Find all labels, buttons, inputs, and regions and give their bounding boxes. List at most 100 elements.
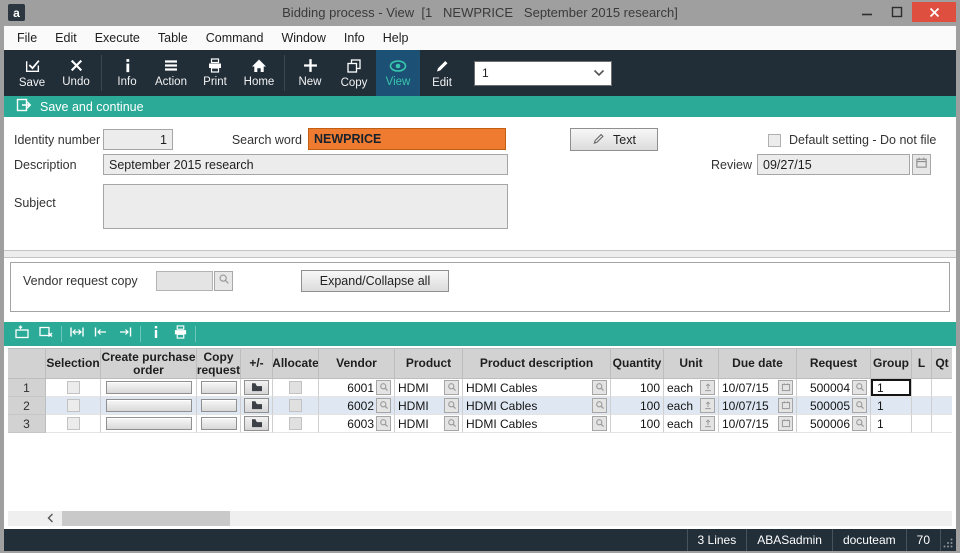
description-lookup-button[interactable] <box>592 380 607 395</box>
due-date-calendar-button[interactable] <box>778 416 793 431</box>
expand-folder-button[interactable] <box>244 398 269 413</box>
create-purchase-order-button[interactable] <box>106 417 192 430</box>
info-button[interactable]: Info <box>105 50 149 96</box>
request-cell[interactable]: 500006 <box>797 415 871 433</box>
row-number[interactable]: 3 <box>8 415 46 433</box>
unit-cell[interactable]: each <box>664 379 719 397</box>
vendor-request-copy-field[interactable] <box>156 271 213 291</box>
save-button[interactable]: Save <box>10 50 54 96</box>
quantity-cell[interactable]: 100 <box>611 379 664 397</box>
header-selection[interactable]: Selection <box>46 349 101 378</box>
allocate-box[interactable] <box>289 381 302 394</box>
product-description-cell[interactable]: HDMI Cables <box>463 415 611 433</box>
request-lookup-button[interactable] <box>852 398 867 413</box>
header-qt[interactable]: Qt <box>932 349 952 378</box>
due-date-calendar-button[interactable] <box>778 380 793 395</box>
due-date-calendar-button[interactable] <box>778 398 793 413</box>
header-due-date[interactable]: Due date <box>719 349 797 378</box>
request-cell[interactable]: 500005 <box>797 397 871 415</box>
due-date-cell[interactable]: 10/07/15 <box>719 379 797 397</box>
header-request[interactable]: Request <box>797 349 871 378</box>
delete-row-button[interactable] <box>34 322 58 346</box>
undo-button[interactable]: Undo <box>54 50 98 96</box>
menu-table[interactable]: Table <box>149 26 197 50</box>
fit-right-button[interactable] <box>113 322 137 346</box>
description-field[interactable]: September 2015 research <box>103 154 508 175</box>
insert-row-button[interactable] <box>10 322 34 346</box>
subject-field[interactable] <box>103 184 508 229</box>
header-vendor[interactable]: Vendor <box>319 349 395 378</box>
review-calendar-button[interactable] <box>912 154 931 175</box>
vendor-lookup-button[interactable] <box>376 416 391 431</box>
qt-cell[interactable] <box>932 379 952 397</box>
group-cell[interactable]: 1 <box>871 397 912 415</box>
create-purchase-order-button[interactable] <box>106 399 192 412</box>
product-lookup-button[interactable] <box>444 416 459 431</box>
menu-info[interactable]: Info <box>335 26 374 50</box>
expand-folder-button[interactable] <box>244 380 269 395</box>
unit-cell[interactable]: each <box>664 397 719 415</box>
group-cell-focused[interactable]: 1 <box>871 379 912 397</box>
expand-folder-button[interactable] <box>244 416 269 431</box>
description-lookup-button[interactable] <box>592 416 607 431</box>
header-copy-request[interactable]: Copy request <box>197 349 241 378</box>
l-cell[interactable] <box>912 379 932 397</box>
default-setting-checkbox[interactable] <box>768 134 781 147</box>
menu-window[interactable]: Window <box>272 26 334 50</box>
vendor-cell[interactable]: 6003 <box>319 415 395 433</box>
quantity-cell[interactable]: 100 <box>611 415 664 433</box>
group-cell[interactable]: 1 <box>871 415 912 433</box>
fit-left-button[interactable] <box>89 322 113 346</box>
allocate-box[interactable] <box>289 417 302 430</box>
unit-select-button[interactable] <box>700 398 715 413</box>
header-plus-minus[interactable]: +/- <box>241 349 273 378</box>
close-button[interactable] <box>912 2 956 22</box>
due-date-cell[interactable]: 10/07/15 <box>719 397 797 415</box>
vendor-lookup-button[interactable] <box>376 398 391 413</box>
print-button[interactable]: Print <box>193 50 237 96</box>
record-selector-dropdown[interactable]: 1 <box>474 61 612 86</box>
menu-command[interactable]: Command <box>197 26 273 50</box>
menu-file[interactable]: File <box>8 26 46 50</box>
request-cell[interactable]: 500004 <box>797 379 871 397</box>
row-number[interactable]: 1 <box>8 379 46 397</box>
description-lookup-button[interactable] <box>592 398 607 413</box>
maximize-button[interactable] <box>882 2 912 22</box>
header-product-description[interactable]: Product description <box>463 349 611 378</box>
text-button[interactable]: Text <box>570 128 658 151</box>
l-cell[interactable] <box>912 397 932 415</box>
header-create-purchase-order[interactable]: Create purchase order <box>101 349 197 378</box>
header-unit[interactable]: Unit <box>664 349 719 378</box>
review-date-field[interactable]: 09/27/15 <box>757 154 910 175</box>
product-description-cell[interactable]: HDMI Cables <box>463 379 611 397</box>
product-lookup-button[interactable] <box>444 380 459 395</box>
grid-info-button[interactable] <box>144 322 168 346</box>
action-button[interactable]: Action <box>149 50 193 96</box>
vendor-search-button[interactable] <box>214 271 233 291</box>
header-allocate[interactable]: Allocate <box>273 349 319 378</box>
selection-checkbox[interactable] <box>67 381 80 394</box>
vendor-cell[interactable]: 6001 <box>319 379 395 397</box>
copy-request-button[interactable] <box>201 381 237 394</box>
qt-cell[interactable] <box>932 397 952 415</box>
qt-cell[interactable] <box>932 415 952 433</box>
view-button[interactable]: View <box>376 50 420 96</box>
l-cell[interactable] <box>912 415 932 433</box>
quantity-cell[interactable]: 100 <box>611 397 664 415</box>
new-button[interactable]: New <box>288 50 332 96</box>
unit-select-button[interactable] <box>700 416 715 431</box>
copy-request-button[interactable] <box>201 417 237 430</box>
header-quantity[interactable]: Quantity <box>611 349 664 378</box>
header-product[interactable]: Product <box>395 349 463 378</box>
unit-cell[interactable]: each <box>664 415 719 433</box>
copy-button[interactable]: Copy <box>332 50 376 96</box>
vendor-lookup-button[interactable] <box>376 380 391 395</box>
scroll-left-button[interactable] <box>40 511 60 526</box>
menu-edit[interactable]: Edit <box>46 26 86 50</box>
fit-width-button[interactable] <box>65 322 89 346</box>
allocate-box[interactable] <box>289 399 302 412</box>
product-cell[interactable]: HDMI <box>395 415 463 433</box>
scrollbar-thumb[interactable] <box>62 511 230 526</box>
selection-checkbox[interactable] <box>67 399 80 412</box>
product-lookup-button[interactable] <box>444 398 459 413</box>
